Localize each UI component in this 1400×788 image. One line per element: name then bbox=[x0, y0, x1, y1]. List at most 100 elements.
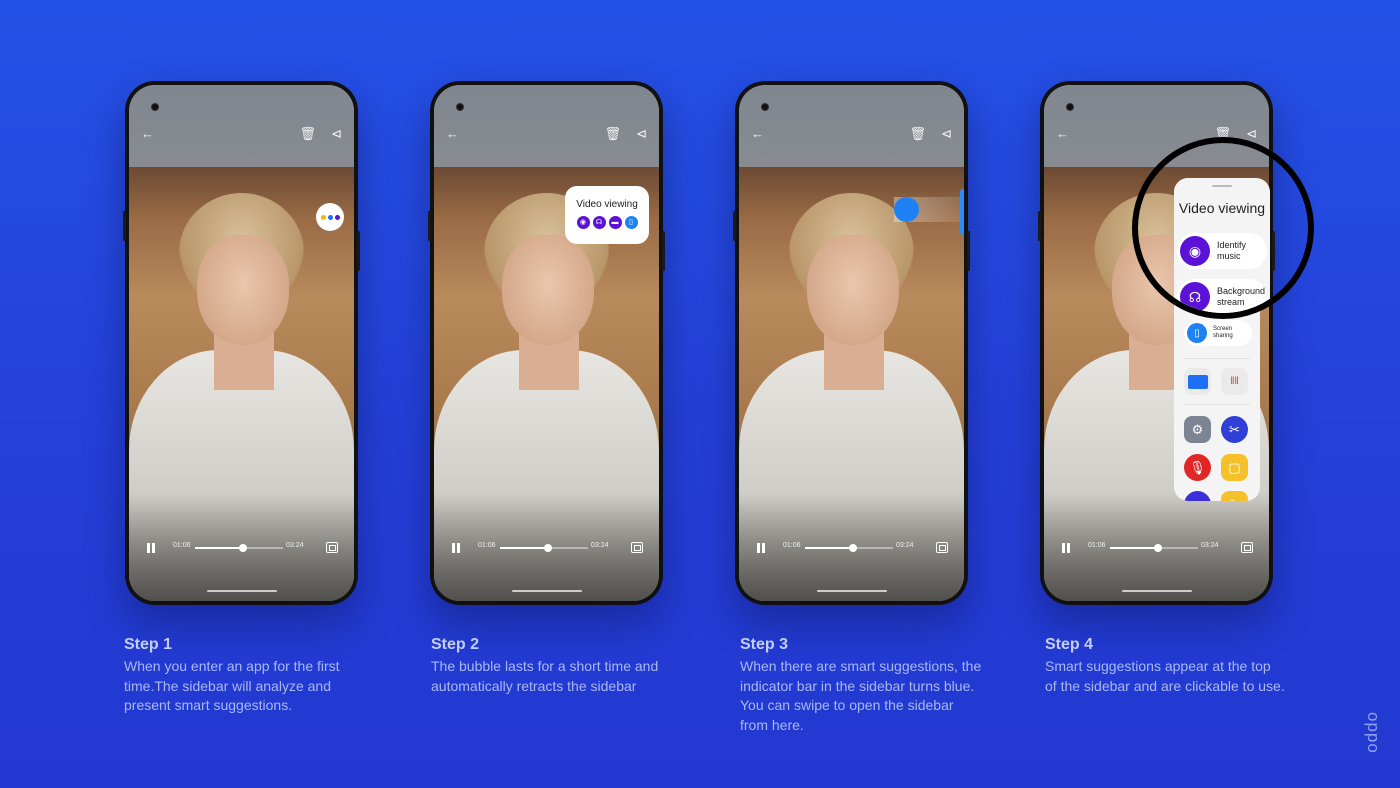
screenshot-app-icon[interactable]: ✂ bbox=[1221, 416, 1248, 443]
magnified-sidebar: Video viewing ◉ Identify music ☊ Backgrou… bbox=[1174, 178, 1270, 313]
seek-slider[interactable] bbox=[805, 544, 893, 552]
step-text: Smart suggestions appear at the top of t… bbox=[1045, 658, 1285, 694]
seek-fill bbox=[1110, 547, 1159, 549]
phone-side-button bbox=[357, 231, 360, 271]
seek-slider[interactable] bbox=[195, 544, 283, 552]
total-time: 03:24 bbox=[286, 542, 304, 549]
step-caption-1: Step 1 When you enter an app for the fir… bbox=[124, 636, 364, 716]
headphones-icon: ☊ bbox=[1180, 282, 1210, 312]
home-indicator bbox=[1121, 590, 1192, 592]
oppo-logo: oppo bbox=[1364, 712, 1383, 754]
phone-step-2: ← 🗑 ⊲ Video viewing ◉ ☊ ▬ ▯ 01:06 03:24 bbox=[428, 81, 665, 605]
current-time: 01:06 bbox=[478, 542, 496, 549]
pause-icon[interactable] bbox=[757, 543, 766, 553]
headphones-icon[interactable]: ☊ bbox=[592, 216, 606, 229]
viewer-topbar: ← 🗑 ⊲ bbox=[751, 125, 952, 143]
pause-icon[interactable] bbox=[1062, 543, 1071, 553]
dot-blue bbox=[327, 214, 333, 220]
seek-fill bbox=[805, 547, 854, 549]
step-title: Step 2 bbox=[431, 636, 480, 653]
suggestion-label-line1: Screen bbox=[1213, 325, 1233, 332]
voice-recorder-app-icon[interactable]: ‖‖ bbox=[1221, 368, 1248, 395]
seek-knob[interactable] bbox=[849, 544, 858, 552]
music-app-icon[interactable]: ♫ bbox=[1184, 491, 1211, 501]
step-title: Step 4 bbox=[1045, 636, 1094, 653]
seek-slider[interactable] bbox=[500, 544, 588, 552]
current-time: 01:06 bbox=[173, 542, 191, 549]
divider bbox=[1184, 358, 1250, 359]
video-controls: 01:06 03:24 bbox=[1044, 539, 1269, 557]
music-identify-icon: ◉ bbox=[1180, 236, 1210, 266]
pause-icon[interactable] bbox=[452, 543, 461, 553]
home-indicator bbox=[511, 590, 582, 592]
divider bbox=[1184, 404, 1250, 405]
sidebar-bubble[interactable] bbox=[316, 203, 344, 231]
notes-app-icon[interactable]: ✎ bbox=[1221, 491, 1248, 501]
sidebar-indicator-bar[interactable] bbox=[960, 189, 964, 235]
share-icon[interactable]: ⊲ bbox=[941, 125, 952, 143]
sidebar-title: Video viewing bbox=[1178, 200, 1266, 216]
phone-screen: ← 🗑 ⊲ 01:06 03:24 bbox=[739, 85, 964, 601]
seek-knob[interactable] bbox=[1154, 544, 1163, 552]
suggestion-background-stream[interactable]: ☊ Background stream bbox=[1177, 279, 1267, 313]
settings-app-icon[interactable]: ⚙ bbox=[1184, 416, 1211, 443]
trash-icon[interactable]: 🗑 bbox=[604, 125, 621, 143]
trash-icon[interactable]: 🗑 bbox=[299, 125, 316, 143]
back-arrow-icon[interactable]: ← bbox=[446, 125, 459, 143]
files-app-icon[interactable] bbox=[1184, 368, 1211, 395]
share-icon[interactable]: ⊲ bbox=[331, 125, 342, 143]
suggestion-bubble[interactable]: Video viewing ◉ ☊ ▬ ▯ bbox=[565, 186, 649, 244]
phone-screen: ← 🗑 ⊲ Video viewing ◉ ☊ ▬ ▯ 01:06 03:24 bbox=[434, 85, 659, 601]
bubble-title: Video viewing bbox=[576, 199, 638, 210]
music-identify-icon[interactable]: ◉ bbox=[576, 216, 590, 229]
back-arrow-icon[interactable]: ← bbox=[141, 125, 154, 143]
seek-fill bbox=[500, 547, 549, 549]
pause-icon[interactable] bbox=[147, 543, 156, 553]
seek-knob[interactable] bbox=[239, 544, 248, 552]
suggestion-screen-sharing[interactable]: ▯ Screen sharing bbox=[1184, 320, 1252, 346]
suggestion-label-line1: Background bbox=[1217, 285, 1266, 296]
current-time: 01:06 bbox=[1088, 542, 1106, 549]
trash-icon[interactable]: 🗑 bbox=[909, 125, 926, 143]
fullscreen-icon[interactable] bbox=[1241, 542, 1253, 553]
phone-side-button bbox=[123, 211, 126, 241]
fullscreen-icon[interactable] bbox=[326, 542, 338, 553]
photo-subject-face bbox=[807, 235, 899, 345]
screen-share-icon[interactable]: ▯ bbox=[624, 216, 638, 229]
share-icon[interactable]: ⊲ bbox=[636, 125, 647, 143]
step-caption-2: Step 2 The bubble lasts for a short time… bbox=[431, 636, 676, 696]
photo-subject-face bbox=[502, 235, 594, 345]
microphone-app-icon[interactable]: 🎙 bbox=[1184, 454, 1211, 481]
step-caption-3: Step 3 When there are smart suggestions,… bbox=[740, 636, 985, 735]
phone-step-3: ← 🗑 ⊲ 01:06 03:24 bbox=[733, 81, 970, 605]
front-camera bbox=[151, 103, 159, 111]
phone-side-button bbox=[1038, 211, 1041, 241]
fullscreen-icon[interactable] bbox=[631, 542, 643, 553]
sidebar-handle bbox=[1212, 185, 1232, 187]
seek-slider[interactable] bbox=[1110, 544, 1198, 552]
phone-screen: ← 🗑 ⊲ 01:06 03:24 bbox=[129, 85, 354, 601]
step-caption-4: Step 4 Smart suggestions appear at the t… bbox=[1045, 636, 1285, 696]
suggestion-label-line2: sharing bbox=[1213, 333, 1233, 339]
step-text: When there are smart suggestions, the in… bbox=[740, 658, 982, 733]
front-camera bbox=[456, 103, 464, 111]
viewer-topbar: ← 🗑 ⊲ bbox=[141, 125, 342, 143]
seek-knob[interactable] bbox=[544, 544, 553, 552]
screen-icon[interactable]: ▬ bbox=[608, 216, 622, 229]
dot-yellow bbox=[320, 214, 326, 220]
step-title: Step 1 bbox=[124, 636, 173, 653]
phone-side-button bbox=[662, 231, 665, 271]
front-camera bbox=[761, 103, 769, 111]
total-time: 03:24 bbox=[591, 542, 609, 549]
book-app-icon[interactable]: ▢ bbox=[1221, 454, 1248, 481]
back-arrow-icon[interactable]: ← bbox=[751, 125, 764, 143]
fullscreen-icon[interactable] bbox=[936, 542, 948, 553]
front-camera bbox=[1066, 103, 1074, 111]
step-text: The bubble lasts for a short time and au… bbox=[431, 658, 659, 694]
suggestion-label-line1: Identify bbox=[1217, 239, 1247, 250]
swipe-touch-point[interactable] bbox=[894, 197, 919, 222]
home-indicator bbox=[206, 590, 277, 592]
back-arrow-icon[interactable]: ← bbox=[1056, 125, 1069, 143]
video-controls: 01:06 03:24 bbox=[434, 539, 659, 557]
suggestion-identify-music[interactable]: ◉ Identify music bbox=[1177, 233, 1267, 269]
